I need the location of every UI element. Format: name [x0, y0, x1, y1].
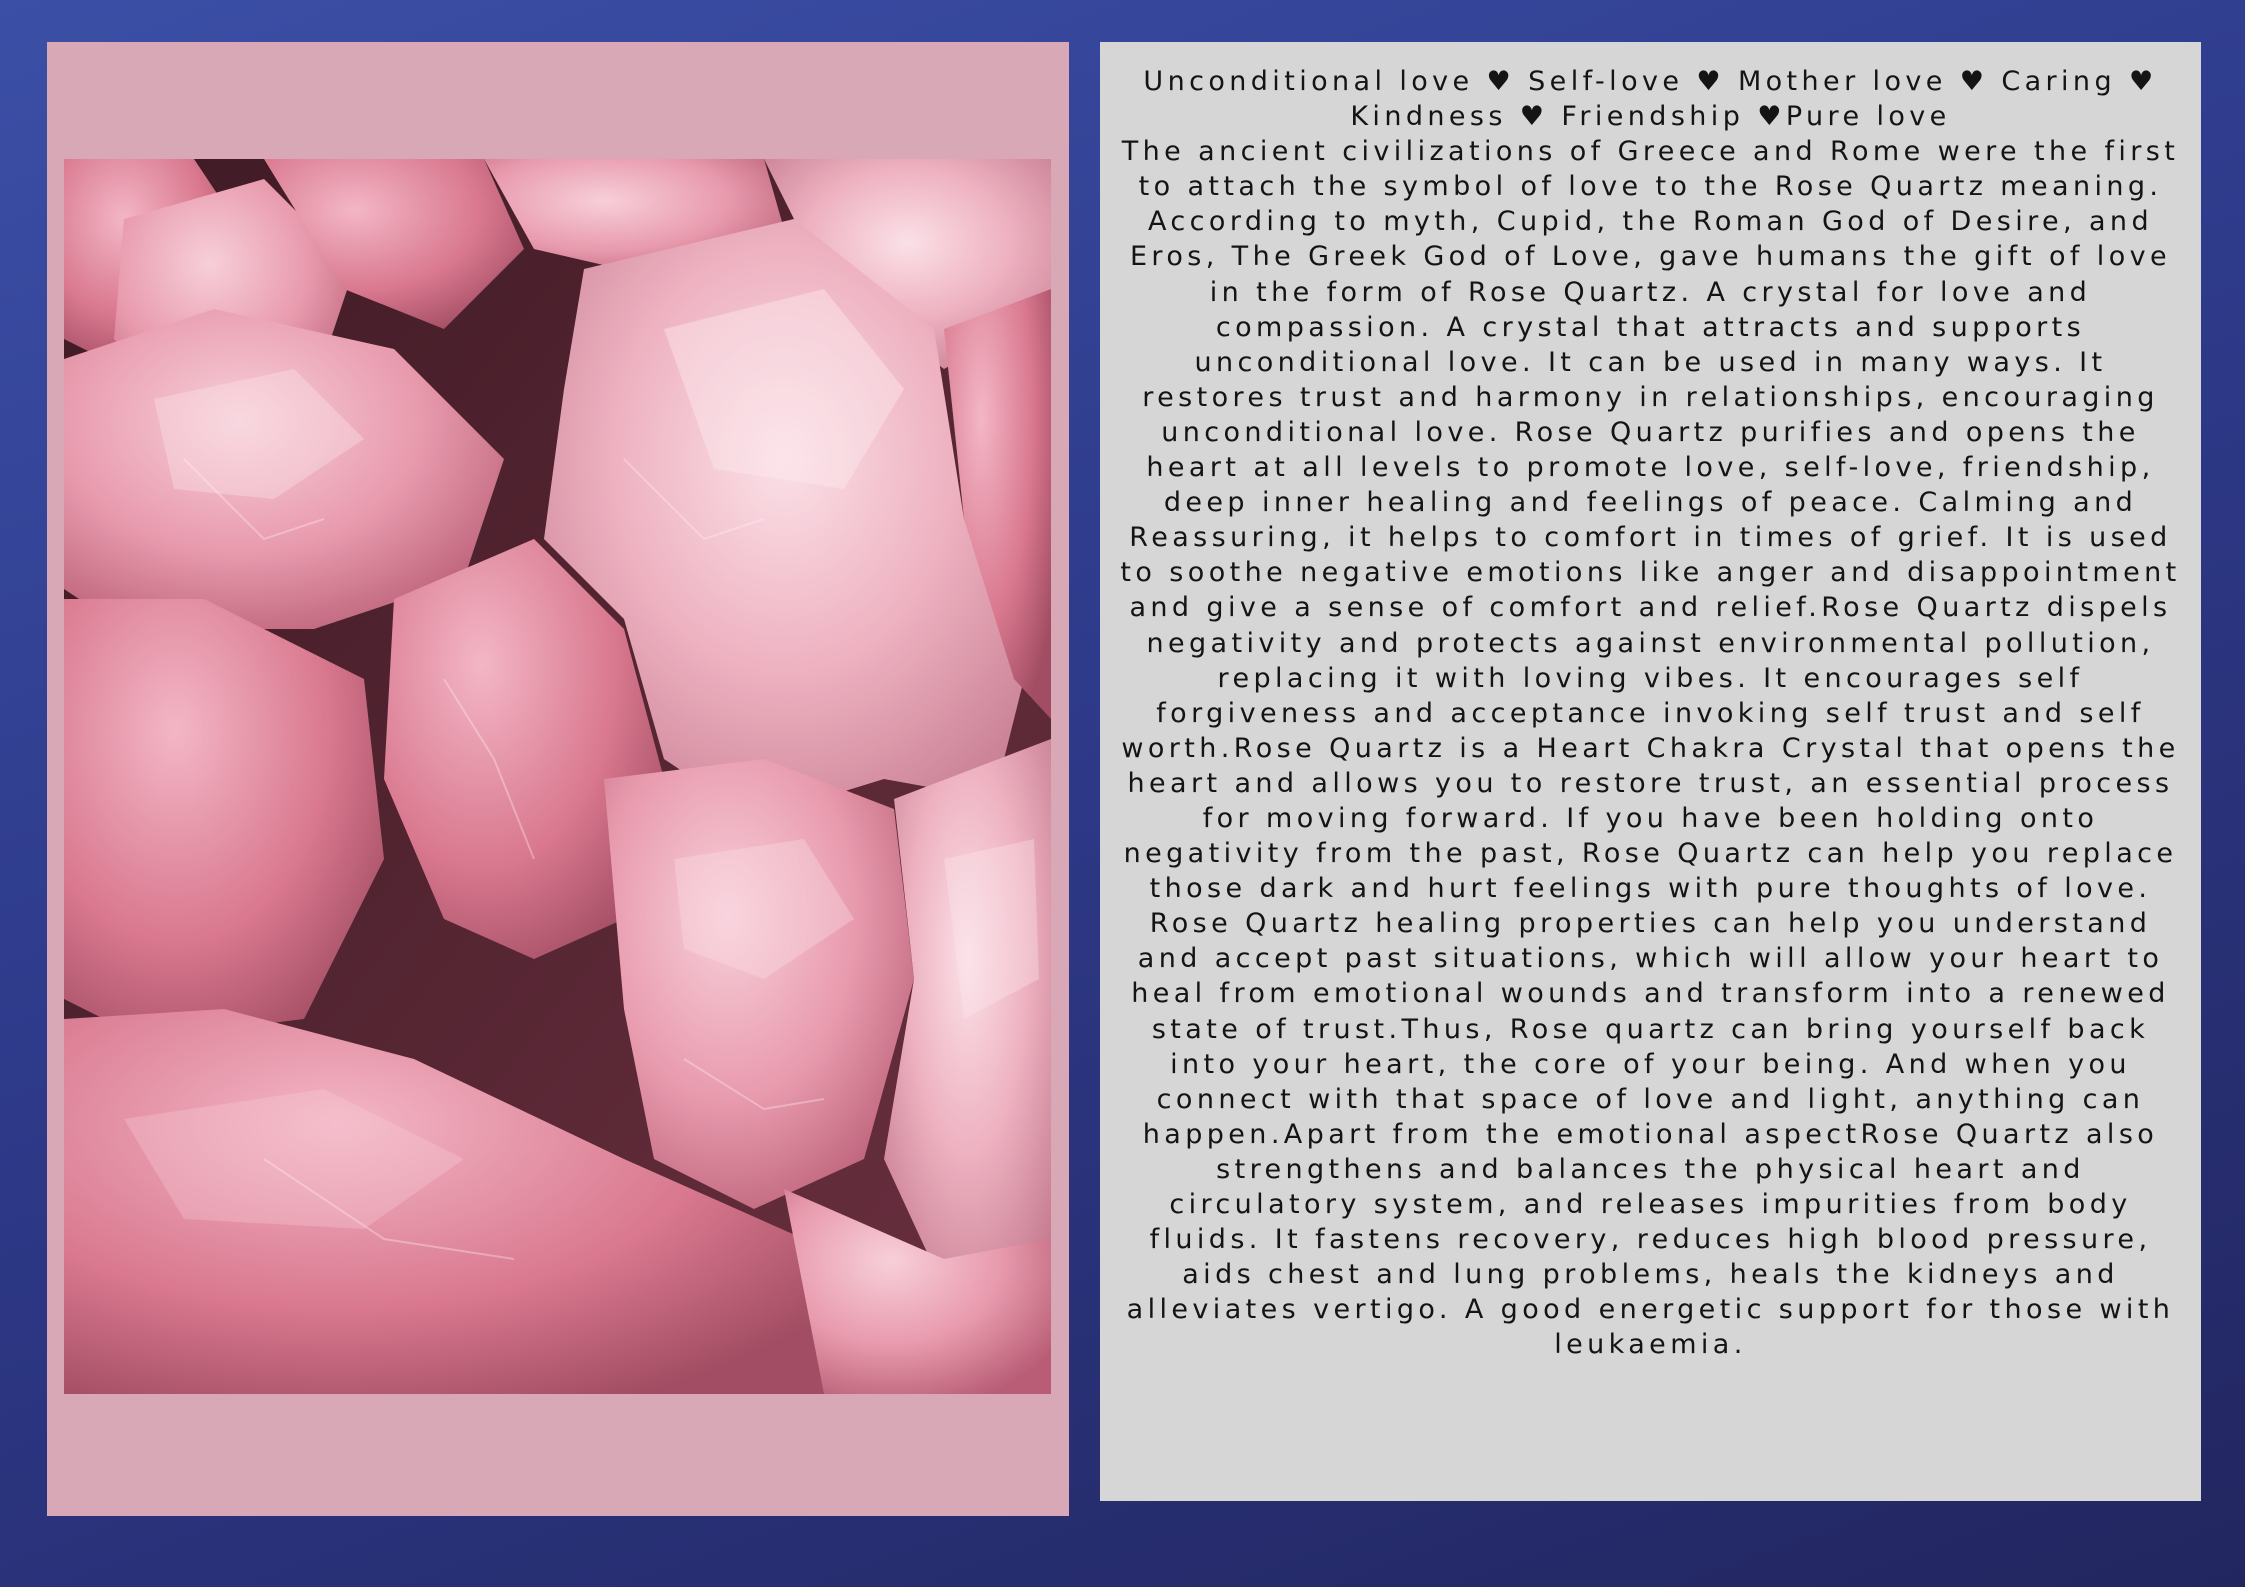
tagline: Unconditional love ♥ Self-love ♥ Mother …: [1143, 66, 2158, 133]
article-text: Unconditional love ♥ Self-love ♥ Mother …: [1116, 64, 2185, 1362]
rose-quartz-illustration: [64, 159, 1051, 1394]
rose-quartz-photo: [64, 159, 1051, 1394]
photo-panel: [47, 42, 1069, 1516]
text-panel: Unconditional love ♥ Self-love ♥ Mother …: [1100, 42, 2201, 1501]
article-body: The ancient civilizations of Greece and …: [1120, 136, 2181, 1361]
